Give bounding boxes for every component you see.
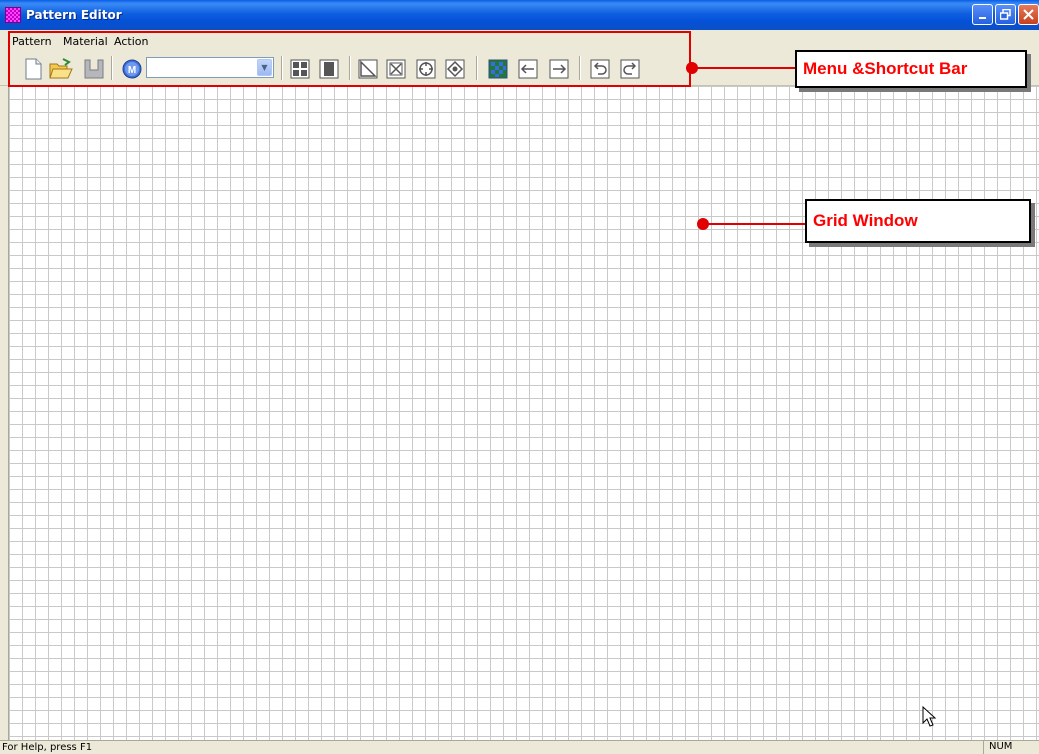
menu-shortcut-highlight (8, 31, 691, 87)
grid-window-callout: Grid Window (805, 199, 1031, 243)
restore-icon (1000, 9, 1011, 20)
app-icon[interactable] (5, 7, 21, 23)
grid-left-margin (0, 86, 9, 740)
grid-window[interactable] (9, 86, 1039, 740)
menu-shortcut-callout: Menu &Shortcut Bar (795, 50, 1027, 88)
status-help-text: For Help, press F1 (2, 742, 93, 753)
restore-button[interactable] (995, 4, 1016, 25)
minimize-button[interactable] (972, 4, 993, 25)
close-icon (1023, 9, 1034, 20)
close-button[interactable] (1018, 4, 1039, 25)
title-bar: Pattern Editor (0, 0, 1039, 30)
menu-shortcut-leader-line (692, 67, 795, 69)
minimize-icon (978, 16, 986, 19)
grid-window-leader-line (703, 223, 807, 225)
status-bar: For Help, press F1 NUM (0, 740, 1039, 754)
window-title: Pattern Editor (26, 8, 122, 22)
num-lock-indicator: NUM (983, 741, 1018, 754)
window-controls (972, 4, 1039, 25)
mouse-cursor-icon (922, 706, 937, 727)
